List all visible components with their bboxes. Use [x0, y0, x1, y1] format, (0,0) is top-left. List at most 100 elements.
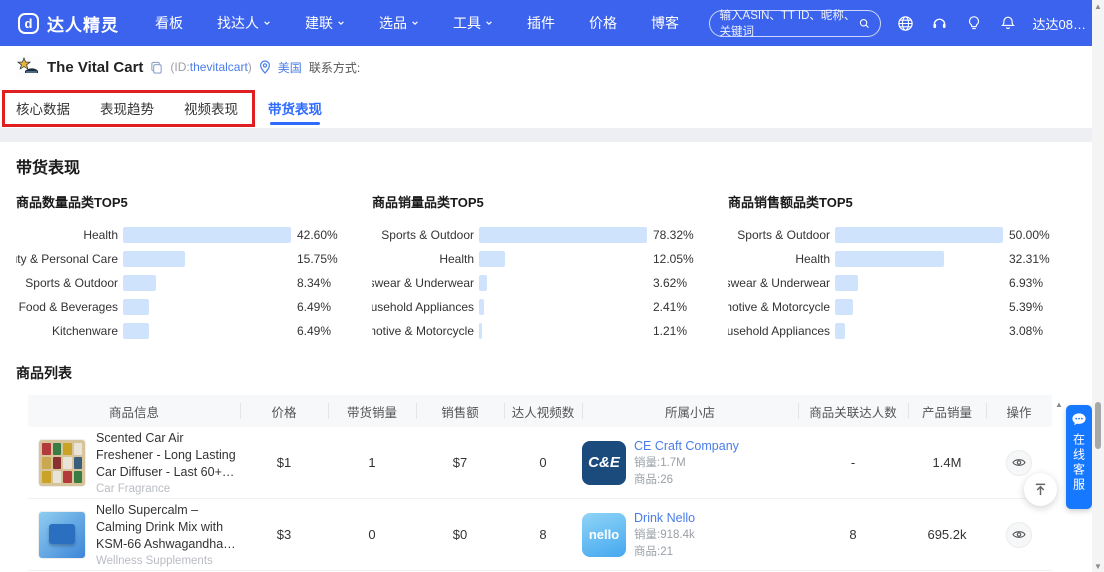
- bar: [835, 275, 859, 291]
- col-product-info: 商品信息: [108, 405, 159, 420]
- copy-icon[interactable]: [150, 61, 163, 74]
- bar-value: 12.05%: [653, 252, 694, 266]
- product-category: Wellness Supplements: [96, 554, 213, 567]
- nav-item-find-creators[interactable]: 找达人: [217, 13, 271, 33]
- nav-item-blog[interactable]: 博客: [651, 13, 679, 33]
- bar-value: 2.41%: [653, 300, 688, 314]
- chart-title: 商品数量品类TOP5: [16, 195, 128, 210]
- online-service-panel[interactable]: 在线客服: [1066, 405, 1092, 509]
- online-service-label: 在线客服: [1071, 433, 1086, 493]
- chart-product-count-top5: 商品数量品类TOP5 Health 42.60% Beauty & Person…: [16, 192, 372, 343]
- bar-label: Kitchenware: [51, 324, 118, 338]
- nav-item-product-selection[interactable]: 选品: [379, 13, 419, 33]
- chart-title: 商品销售额品类TOP5: [728, 195, 853, 210]
- bar: [123, 275, 156, 291]
- nav-item-outreach[interactable]: 建联: [305, 13, 345, 33]
- product-title[interactable]: Nello Supercalm – Calming Drink Mix with…: [96, 502, 238, 553]
- chevron-down-icon: [486, 21, 492, 25]
- tab-video-performance[interactable]: 视频表现: [184, 88, 238, 128]
- price-cell: $1: [276, 455, 292, 470]
- view-detail-button[interactable]: [1006, 449, 1032, 476]
- creator-avatar: [16, 55, 40, 79]
- bar: [479, 227, 647, 243]
- bar-label: Health: [795, 252, 830, 266]
- shop-logo: C&E: [582, 440, 626, 485]
- bar: [123, 251, 186, 267]
- bar-value: 15.75%: [297, 252, 338, 266]
- tab-core-data[interactable]: 核心数据: [16, 88, 70, 128]
- location-pin-icon: [259, 60, 270, 74]
- shop-name-link[interactable]: Drink Nello: [634, 511, 695, 525]
- back-to-top-button[interactable]: [1024, 473, 1057, 506]
- bar-value: 5.39%: [1009, 300, 1044, 314]
- shop-name-link[interactable]: CE Craft Company: [634, 439, 739, 453]
- bar: [479, 275, 487, 291]
- nav-item-dashboard[interactable]: 看板: [155, 13, 183, 33]
- sales-volume-cell: 0: [368, 527, 376, 542]
- scroll-down-arrow[interactable]: ▼: [1092, 560, 1104, 572]
- bar-row: Health 32.31%: [728, 247, 1084, 271]
- chevron-down-icon: [338, 21, 344, 25]
- bar-row: Womenswear & Underwear 3.62%: [372, 271, 728, 295]
- revenue-cell: $0: [452, 527, 468, 542]
- bar: [123, 299, 149, 315]
- bar-row: Household Appliances 3.08%: [728, 319, 1084, 343]
- search-input[interactable]: 输入ASIN、TT ID、昵称、关键词: [708, 9, 881, 38]
- bar-value: 1.21%: [653, 324, 688, 338]
- shop-sales: 销量:1.7M: [634, 456, 686, 469]
- bar-row: Automotive & Motorcycle 1.21%: [372, 319, 728, 343]
- nav-item-tools[interactable]: 工具: [453, 13, 493, 33]
- nav-item-pricing[interactable]: 价格: [589, 13, 617, 33]
- col-actions: 操作: [986, 395, 1052, 427]
- brand-icon: d: [18, 12, 39, 34]
- bar: [123, 323, 149, 339]
- product-list-title: 商品列表: [16, 365, 72, 381]
- bar-row: Kitchenware 6.49%: [16, 319, 372, 343]
- tips-bulb-icon[interactable]: [965, 14, 983, 32]
- bar-label: Household Appliances: [728, 324, 830, 338]
- scroll-up-arrow[interactable]: ▲: [1092, 0, 1104, 12]
- bar-value: 3.08%: [1009, 324, 1044, 338]
- bar: [479, 323, 482, 339]
- sales-volume-cell: 1: [368, 455, 376, 470]
- chevron-down-icon: [264, 21, 270, 25]
- creator-country: 美国: [277, 60, 302, 75]
- tab-sales-performance[interactable]: 带货表现: [268, 88, 322, 128]
- nav-menu: 看板 找达人 建联 选品 工具 插件 价格 博客: [155, 13, 679, 33]
- user-account[interactable]: 达达08…: [1033, 14, 1086, 33]
- back-to-top-icon: [1035, 483, 1046, 496]
- product-title[interactable]: Scented Car Air Freshener - Long Lasting…: [96, 430, 238, 481]
- search-icon: [859, 18, 869, 28]
- scroll-up-arrow[interactable]: ▲: [1053, 398, 1065, 410]
- chart-title: 商品销量品类TOP5: [372, 195, 484, 210]
- product-sales-cell: 695.2k: [927, 527, 967, 542]
- bar-label: Automotive & Motorcycle: [372, 324, 474, 338]
- chevron-down-icon: [412, 21, 418, 25]
- bar-label: Sports & Outdoor: [381, 228, 474, 242]
- scrollbar-thumb[interactable]: [1095, 402, 1101, 449]
- nav-item-plugin[interactable]: 插件: [527, 13, 555, 33]
- brand-logo[interactable]: d 达人精灵: [18, 11, 119, 36]
- view-detail-button[interactable]: [1006, 521, 1032, 548]
- price-cell: $3: [276, 527, 292, 542]
- bar-label: Health: [83, 228, 118, 242]
- page-scrollbar[interactable]: ▲ ▼: [1092, 0, 1104, 572]
- bar-value: 6.49%: [297, 324, 332, 338]
- videos-cell: 8: [539, 527, 547, 542]
- tab-performance-trend[interactable]: 表现趋势: [100, 88, 154, 128]
- bar-value: 8.34%: [297, 276, 332, 290]
- notifications-bell-icon[interactable]: [999, 14, 1017, 32]
- language-globe-icon[interactable]: [897, 14, 915, 32]
- bar-label: Beauty & Personal Care: [16, 252, 118, 266]
- shop-products: 商品:21: [634, 545, 673, 558]
- support-headset-icon[interactable]: [931, 14, 949, 32]
- bar-row: Beauty & Personal Care 15.75%: [16, 247, 372, 271]
- creator-profile-header: The Vital Cart (ID:thevitalcart) 美国 联系方式…: [0, 46, 1104, 88]
- bar-row: Household Appliances 2.41%: [372, 295, 728, 319]
- product-image: [38, 510, 86, 559]
- bar-label: Health: [439, 252, 474, 266]
- bar-row: Automotive & Motorcycle 5.39%: [728, 295, 1084, 319]
- related-creators-cell: 8: [849, 527, 857, 542]
- creator-id-link[interactable]: thevitalcart: [190, 60, 248, 74]
- bar: [479, 299, 485, 315]
